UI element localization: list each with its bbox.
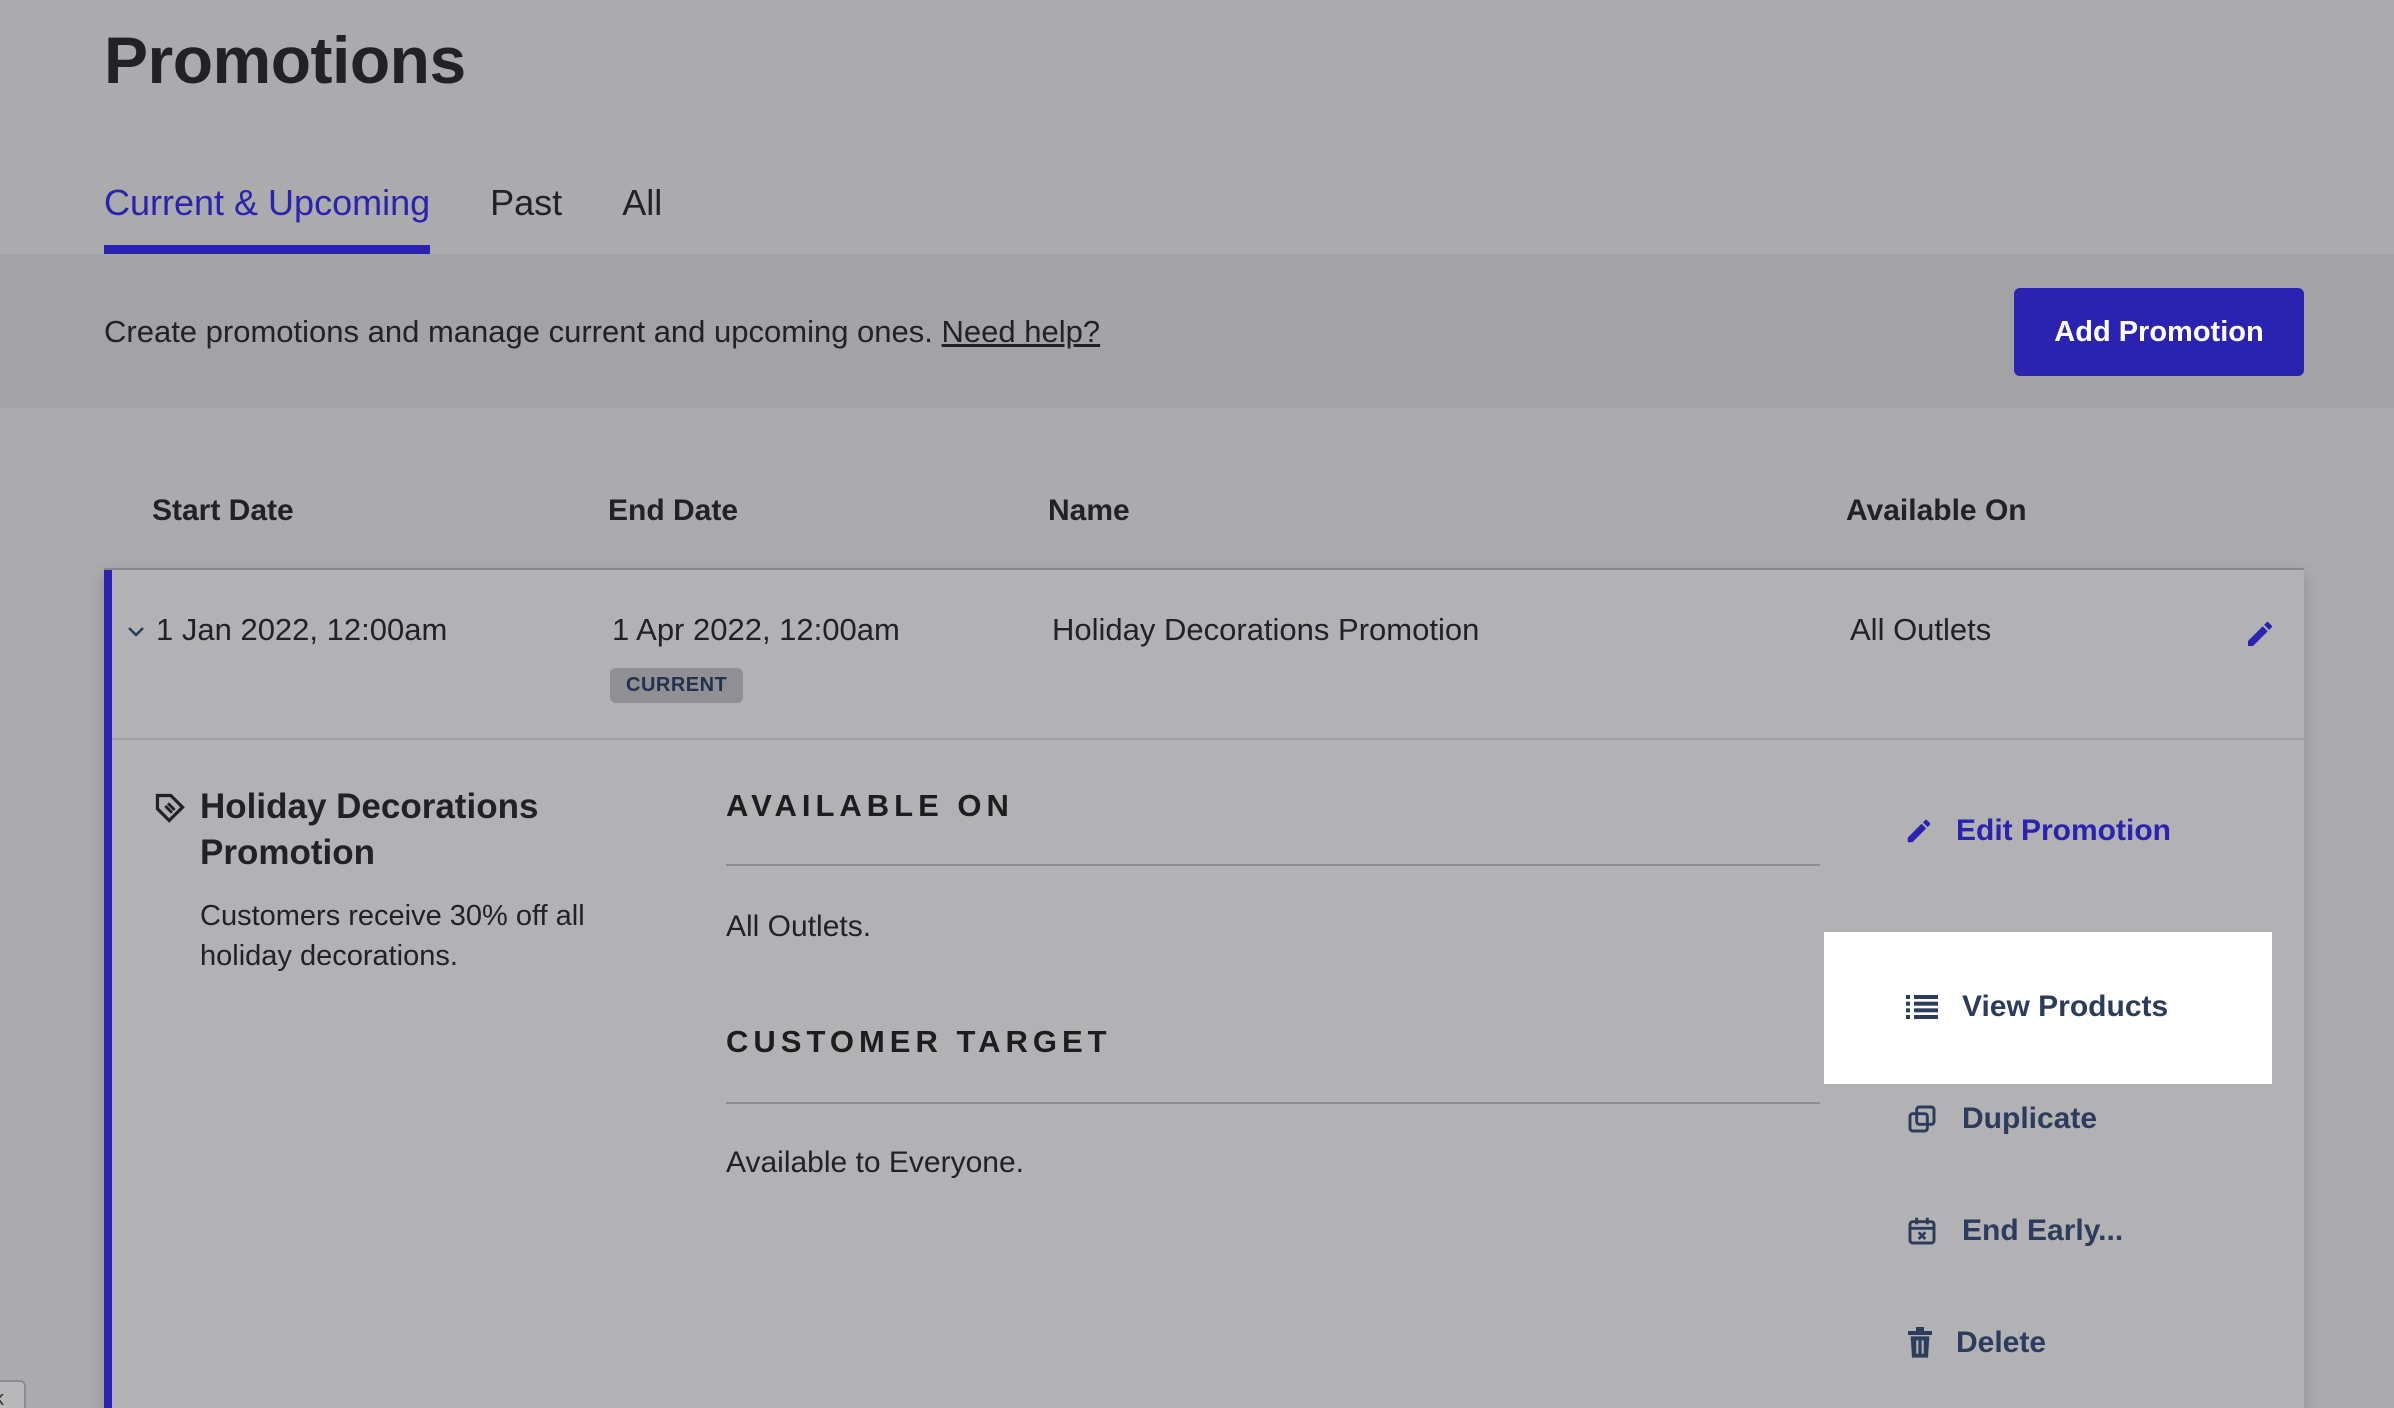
list-icon xyxy=(1906,995,1938,1019)
available-on-divider xyxy=(726,864,1820,866)
end-early-button[interactable]: End Early... xyxy=(1906,1214,2123,1248)
column-header-end-date: End Date xyxy=(608,494,739,527)
delete-button[interactable]: Delete xyxy=(1906,1326,2046,1360)
column-header-start-date: Start Date xyxy=(152,494,294,527)
duplicate-button[interactable]: Duplicate xyxy=(1906,1102,2097,1136)
calendar-x-icon xyxy=(1908,1217,1936,1245)
customer-target-divider xyxy=(726,1102,1820,1104)
tag-icon xyxy=(155,793,185,823)
info-bar: Create promotions and manage current and… xyxy=(0,254,2394,408)
pencil-icon[interactable] xyxy=(2244,618,2276,650)
column-header-name: Name xyxy=(1048,494,1130,527)
chevron-down-icon[interactable] xyxy=(126,622,146,642)
customer-target-heading: CUSTOMER TARGET xyxy=(726,1024,1112,1059)
tab-all[interactable]: All xyxy=(622,172,662,254)
promotions-page: Promotions Current & Upcoming Past All C… xyxy=(0,0,2394,1408)
row-divider xyxy=(112,738,2304,740)
pencil-icon xyxy=(1907,819,1931,843)
tab-bar: Current & Upcoming Past All xyxy=(104,172,662,254)
tab-current-upcoming[interactable]: Current & Upcoming xyxy=(104,172,431,254)
row-name: Holiday Decorations Promotion xyxy=(1052,612,1480,647)
delete-label: Delete xyxy=(1956,1326,2047,1359)
end-early-label: End Early... xyxy=(1962,1214,2124,1247)
add-promotion-button[interactable]: Add Promotion xyxy=(2014,288,2304,376)
row-start-date: 1 Jan 2022, 12:00am xyxy=(156,612,448,647)
row-end-date: 1 Apr 2022, 12:00am xyxy=(612,612,900,647)
duplicate-icon xyxy=(1908,1105,1936,1133)
edit-promotion-label: Edit Promotion xyxy=(1956,814,2171,847)
column-header-available-on: Available On xyxy=(1846,494,2027,527)
need-help-link[interactable]: Need help? xyxy=(942,314,1101,349)
row-available-on: All Outlets xyxy=(1850,612,1992,647)
duplicate-label: Duplicate xyxy=(1962,1102,2098,1135)
tab-past[interactable]: Past xyxy=(490,172,562,254)
edit-promotion-button[interactable]: Edit Promotion xyxy=(1904,814,2171,848)
detail-description: Customers receive 30% off all holiday de… xyxy=(200,900,585,972)
available-on-text: All Outlets. xyxy=(726,910,872,943)
status-badge: CURRENT xyxy=(610,668,744,703)
detail-title: Holiday Decorations Promotion xyxy=(200,787,539,872)
page-title: Promotions xyxy=(104,23,466,97)
trash-icon xyxy=(1908,1327,1932,1358)
available-on-heading: AVAILABLE ON xyxy=(726,788,1014,823)
corner-tab[interactable]: k xyxy=(0,1380,26,1408)
info-text: Create promotions and manage current and… xyxy=(104,314,1100,350)
view-products-button[interactable]: View Products xyxy=(1906,990,2168,1024)
customer-target-text: Available to Everyone. xyxy=(726,1146,1024,1179)
view-products-label: View Products xyxy=(1962,990,2169,1023)
info-description: Create promotions and manage current and… xyxy=(104,314,933,349)
promotion-row-expanded: 1 Jan 2022, 12:00am 1 Apr 2022, 12:00am … xyxy=(104,570,2304,1408)
